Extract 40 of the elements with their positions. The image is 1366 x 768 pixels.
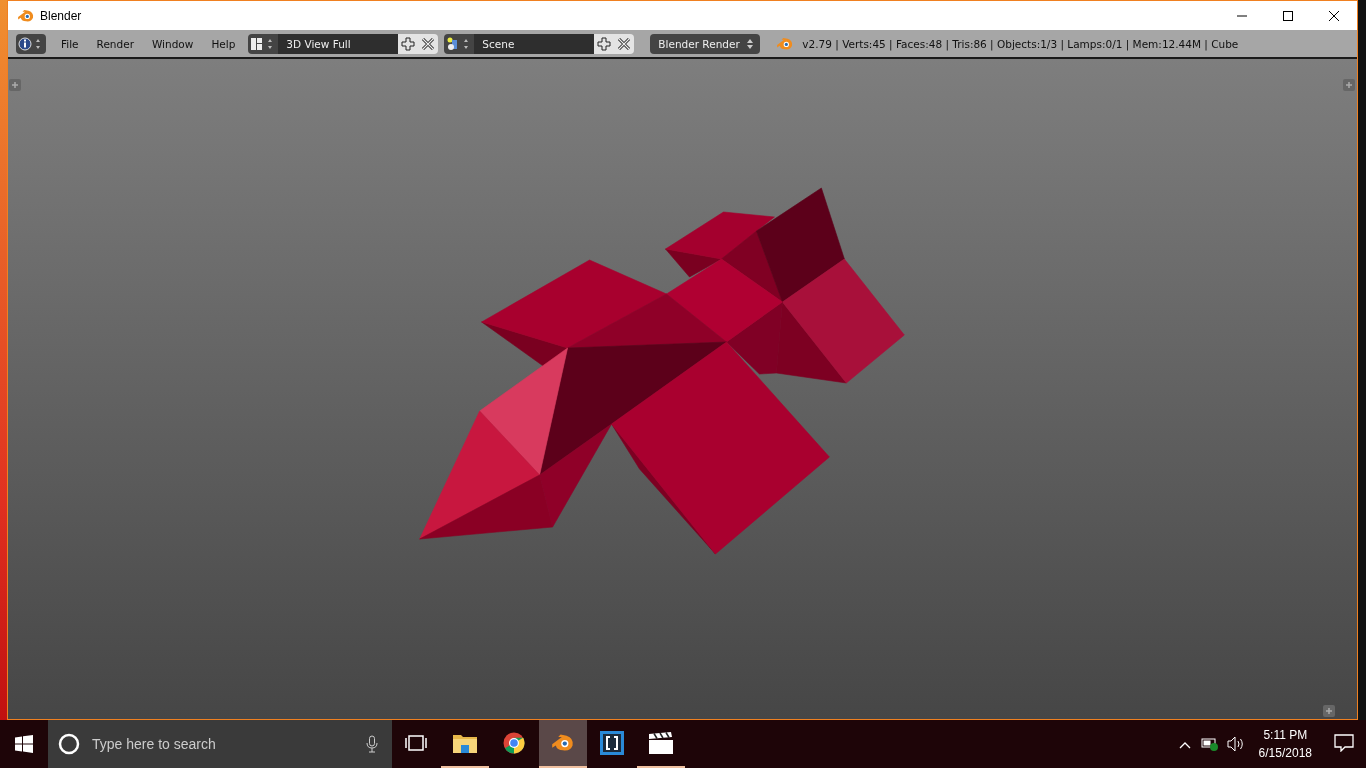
up-down-arrows-icon bbox=[746, 37, 755, 50]
menu-item[interactable]: Help bbox=[202, 37, 245, 50]
windows-logo-icon bbox=[15, 735, 33, 753]
add-icon[interactable] bbox=[594, 33, 615, 54]
clock[interactable]: 5:11 PM 6/15/2018 bbox=[1248, 728, 1322, 760]
layout-selector-button[interactable] bbox=[248, 33, 279, 54]
menu-item[interactable]: Window bbox=[142, 37, 203, 50]
menu-item[interactable]: File bbox=[52, 37, 88, 50]
scene-selector-button[interactable] bbox=[444, 33, 475, 54]
blender-logo-icon bbox=[17, 8, 35, 23]
chevron-up-icon bbox=[1178, 740, 1191, 749]
plus-icon[interactable] bbox=[1323, 705, 1335, 717]
editor-type-button[interactable] bbox=[16, 33, 46, 54]
speaker-icon[interactable] bbox=[1226, 736, 1245, 752]
scene-field[interactable]: Scene bbox=[474, 33, 595, 54]
clock-date: 6/15/2018 bbox=[1258, 746, 1312, 760]
add-icon[interactable] bbox=[398, 33, 419, 54]
blender-logo-icon bbox=[551, 733, 575, 753]
search-input[interactable]: Type here to search bbox=[90, 735, 356, 753]
delete-icon[interactable] bbox=[418, 33, 439, 54]
menu-item[interactable]: Render bbox=[87, 37, 143, 50]
window-title: Blender bbox=[40, 8, 82, 23]
task-view-icon bbox=[405, 735, 427, 751]
scene-statistics: v2.79 | Verts:45 | Faces:48 | Tris:86 | Objects:1/3 | Lamps:0/1 | Mem:12.44M | Cube bbox=[802, 37, 1239, 50]
brackets-icon bbox=[600, 731, 624, 755]
folder-icon bbox=[453, 733, 477, 753]
speech-bubble-icon bbox=[1334, 733, 1354, 752]
search-icon bbox=[58, 733, 80, 755]
clapperboard-icon bbox=[649, 732, 673, 754]
maximize-icon bbox=[1283, 10, 1293, 21]
battery-icon[interactable] bbox=[1200, 737, 1219, 751]
render-engine-dropdown[interactable]: Blender Render bbox=[650, 33, 761, 54]
blender-logo-icon bbox=[776, 36, 795, 51]
clock-time: 5:11 PM bbox=[1263, 728, 1308, 742]
chrome-icon bbox=[503, 732, 525, 754]
screen-layout-field[interactable]: 3D View Full bbox=[278, 33, 399, 54]
search-field[interactable]: Type here to search bbox=[48, 720, 392, 768]
microphone-icon[interactable] bbox=[366, 735, 378, 753]
close-icon bbox=[1329, 10, 1339, 21]
delete-icon[interactable] bbox=[614, 33, 635, 54]
